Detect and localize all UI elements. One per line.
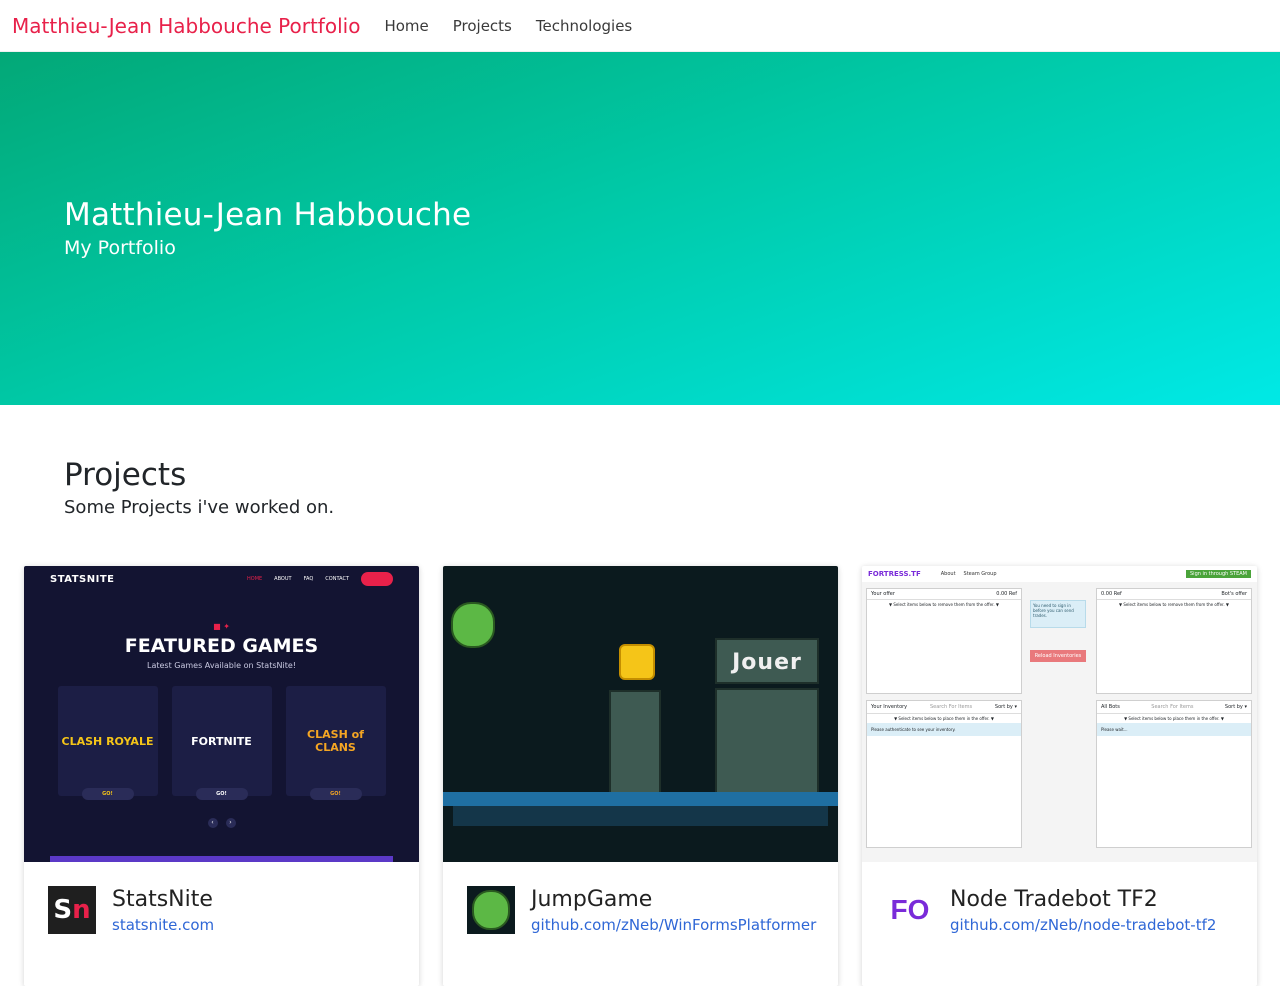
projects-header: Projects Some Projects i've worked on. <box>0 405 1280 518</box>
statsnite-menu-contact: CONTACT <box>325 576 349 582</box>
carousel-arrows: ‹ › <box>24 818 419 828</box>
game-title: FORTNITE <box>191 734 252 748</box>
ref-value: 0.00 Ref <box>996 591 1017 597</box>
search-field: Search For Items <box>929 704 973 710</box>
sign-in-note: You need to sign in before you can send … <box>1030 600 1086 628</box>
jouer-button: Jouer <box>715 638 819 684</box>
card-text: Node Tradebot TF2 github.com/zNeb/node-t… <box>950 886 1216 936</box>
ground-tiles <box>443 792 838 806</box>
statsnite-bottom-bar <box>50 856 393 862</box>
fortress-logo: FORTRESS.TF <box>868 570 921 578</box>
project-link[interactable]: statsnite.com <box>112 916 214 934</box>
project-link[interactable]: github.com/zNeb/WinFormsPlatformer <box>531 916 816 934</box>
coin-icon <box>619 644 655 680</box>
tradebot-screenshot: FORTRESS.TF About Steam Group Sign in th… <box>862 566 1257 862</box>
project-card-statsnite[interactable]: STATSNITE HOME ABOUT FAQ CONTACT ■ ✦ FEA… <box>24 566 419 986</box>
game-tile-fortnite: FORTNITE GO! <box>171 686 272 800</box>
nav-home[interactable]: Home <box>384 17 428 35</box>
your-offer-panel: Your offer 0.00 Ref ▼ Select items below… <box>866 588 1022 694</box>
project-card-jumpgame[interactable]: Jouer JumpGame github.com/zNeb/WinFormsP… <box>443 566 838 986</box>
crate-stack-left <box>609 690 661 794</box>
card-body: FO Node Tradebot TF2 github.com/zNeb/nod… <box>862 862 1257 936</box>
statsnite-logo-icon: Sn <box>48 886 96 934</box>
card-text: StatsNite statsnite.com <box>112 886 214 936</box>
hero-subtitle: My Portfolio <box>64 237 176 259</box>
statsnite-menu-faq: FAQ <box>303 576 314 582</box>
all-bots-select: All Bots <box>1101 704 1120 710</box>
panel-header: Your Inventory Search For Items Sort by … <box>867 701 1021 714</box>
search-field: Search For Items <box>1151 704 1194 710</box>
auth-notice: Please authenticate to see your inventor… <box>867 723 1021 736</box>
nav-technologies[interactable]: Technologies <box>536 17 632 35</box>
navbar: Matthieu-Jean Habbouche Portfolio Home P… <box>0 0 1280 52</box>
slime-character-icon <box>451 602 495 648</box>
project-name: JumpGame <box>531 887 653 912</box>
nav-projects[interactable]: Projects <box>453 17 512 35</box>
your-inventory-panel: Your Inventory Search For Items Sort by … <box>866 700 1022 848</box>
crate-stack-right <box>715 688 819 794</box>
tradebot-topbar: FORTRESS.TF About Steam Group Sign in th… <box>862 566 1257 582</box>
reload-inventories-button: Reload Inventories <box>1030 650 1086 662</box>
game-tile-clash-royale: CLASH ROYALE GO! <box>57 686 158 800</box>
jumpgame-logo-icon <box>467 886 515 934</box>
bot-inventory-panel: All Bots Search For Items Sort by ▾ ▼ Se… <box>1096 700 1252 848</box>
statsnite-screenshot: STATSNITE HOME ABOUT FAQ CONTACT ■ ✦ FEA… <box>24 566 419 862</box>
jumpgame-screenshot: Jouer <box>443 566 838 862</box>
statsnite-menu-about: ABOUT <box>274 576 292 582</box>
logo-letter-n: n <box>72 895 91 925</box>
project-name: Node Tradebot TF2 <box>950 887 1158 912</box>
go-button: GO! <box>195 788 248 800</box>
hero-title: Matthieu-Jean Habbouche <box>64 197 472 233</box>
inventory-label: Your Inventory <box>871 704 908 710</box>
bots-offer-label: Bot's offer <box>1221 591 1247 597</box>
project-name: StatsNite <box>112 887 213 912</box>
tradebot-menu-steam-group: Steam Group <box>963 571 997 577</box>
statsnite-login-pill <box>361 572 393 586</box>
panel-header: 0.00 Ref Bot's offer <box>1097 589 1251 600</box>
go-button: GO! <box>309 788 362 800</box>
sort-dropdown: Sort by ▾ <box>994 704 1017 710</box>
card-text: JumpGame github.com/zNeb/WinFormsPlatfor… <box>531 886 816 936</box>
panel-header: Your offer 0.00 Ref <box>867 589 1021 600</box>
panel-header: All Bots Search For Items Sort by ▾ <box>1097 701 1251 714</box>
game-tile-clash-of-clans: CLASH of CLANS GO! <box>285 686 386 800</box>
water-tiles <box>453 806 828 826</box>
statsnite-thumb-logo: STATSNITE <box>50 573 115 585</box>
project-card-tradebot[interactable]: FORTRESS.TF About Steam Group Sign in th… <box>862 566 1257 986</box>
statsnite-headline: FEATURED GAMES <box>124 635 319 657</box>
instruction-text: ▼ Select items below to remove them from… <box>1119 602 1229 607</box>
statsnite-game-tiles: CLASH ROYALE GO! FORTNITE GO! CLASH of C… <box>24 686 419 800</box>
fortress-logo-icon: FO <box>890 894 930 925</box>
tradebot-menu-about: About <box>940 571 956 577</box>
instruction-text: ▼ Select items below to remove them from… <box>889 602 999 607</box>
card-body: Sn StatsNite statsnite.com <box>24 862 419 936</box>
projects-title: Projects <box>64 457 187 493</box>
statsnite-tagline: Latest Games Available on StatsNite! <box>147 661 296 670</box>
projects-subtitle: Some Projects i've worked on. <box>64 497 335 518</box>
your-offer-label: Your offer <box>871 591 895 597</box>
chevron-left-icon: ‹ <box>207 818 218 828</box>
brand-link[interactable]: Matthieu-Jean Habbouche Portfolio <box>12 14 360 38</box>
game-title: CLASH of CLANS <box>307 728 364 754</box>
statsnite-topbar: STATSNITE HOME ABOUT FAQ CONTACT <box>24 566 419 592</box>
instruction-text: ▼ Select items below to place them in th… <box>894 716 994 721</box>
project-cards: STATSNITE HOME ABOUT FAQ CONTACT ■ ✦ FEA… <box>0 566 1280 986</box>
bots-offer-panel: 0.00 Ref Bot's offer ▼ Select items belo… <box>1096 588 1252 694</box>
statsnite-thumb-menu: HOME ABOUT FAQ CONTACT <box>247 572 393 586</box>
instruction-text: ▼ Select items below to place them in th… <box>1124 716 1224 721</box>
steam-signin-button: Sign in through STEAM <box>1186 570 1251 578</box>
chevron-right-icon: › <box>225 818 236 828</box>
go-button: GO! <box>81 788 134 800</box>
statsnite-menu-home: HOME <box>247 576 263 582</box>
hero-banner: Matthieu-Jean Habbouche My Portfolio <box>0 52 1280 405</box>
wait-notice: Please wait... <box>1097 723 1251 736</box>
ref-value: 0.00 Ref <box>1101 591 1122 597</box>
social-icons: ■ ✦ <box>213 622 230 631</box>
game-title: CLASH ROYALE <box>61 734 154 748</box>
card-body: JumpGame github.com/zNeb/WinFormsPlatfor… <box>443 862 838 936</box>
project-link[interactable]: github.com/zNeb/node-tradebot-tf2 <box>950 916 1216 934</box>
logo-letter-s: S <box>53 895 73 925</box>
sort-dropdown: Sort by ▾ <box>1224 704 1247 710</box>
